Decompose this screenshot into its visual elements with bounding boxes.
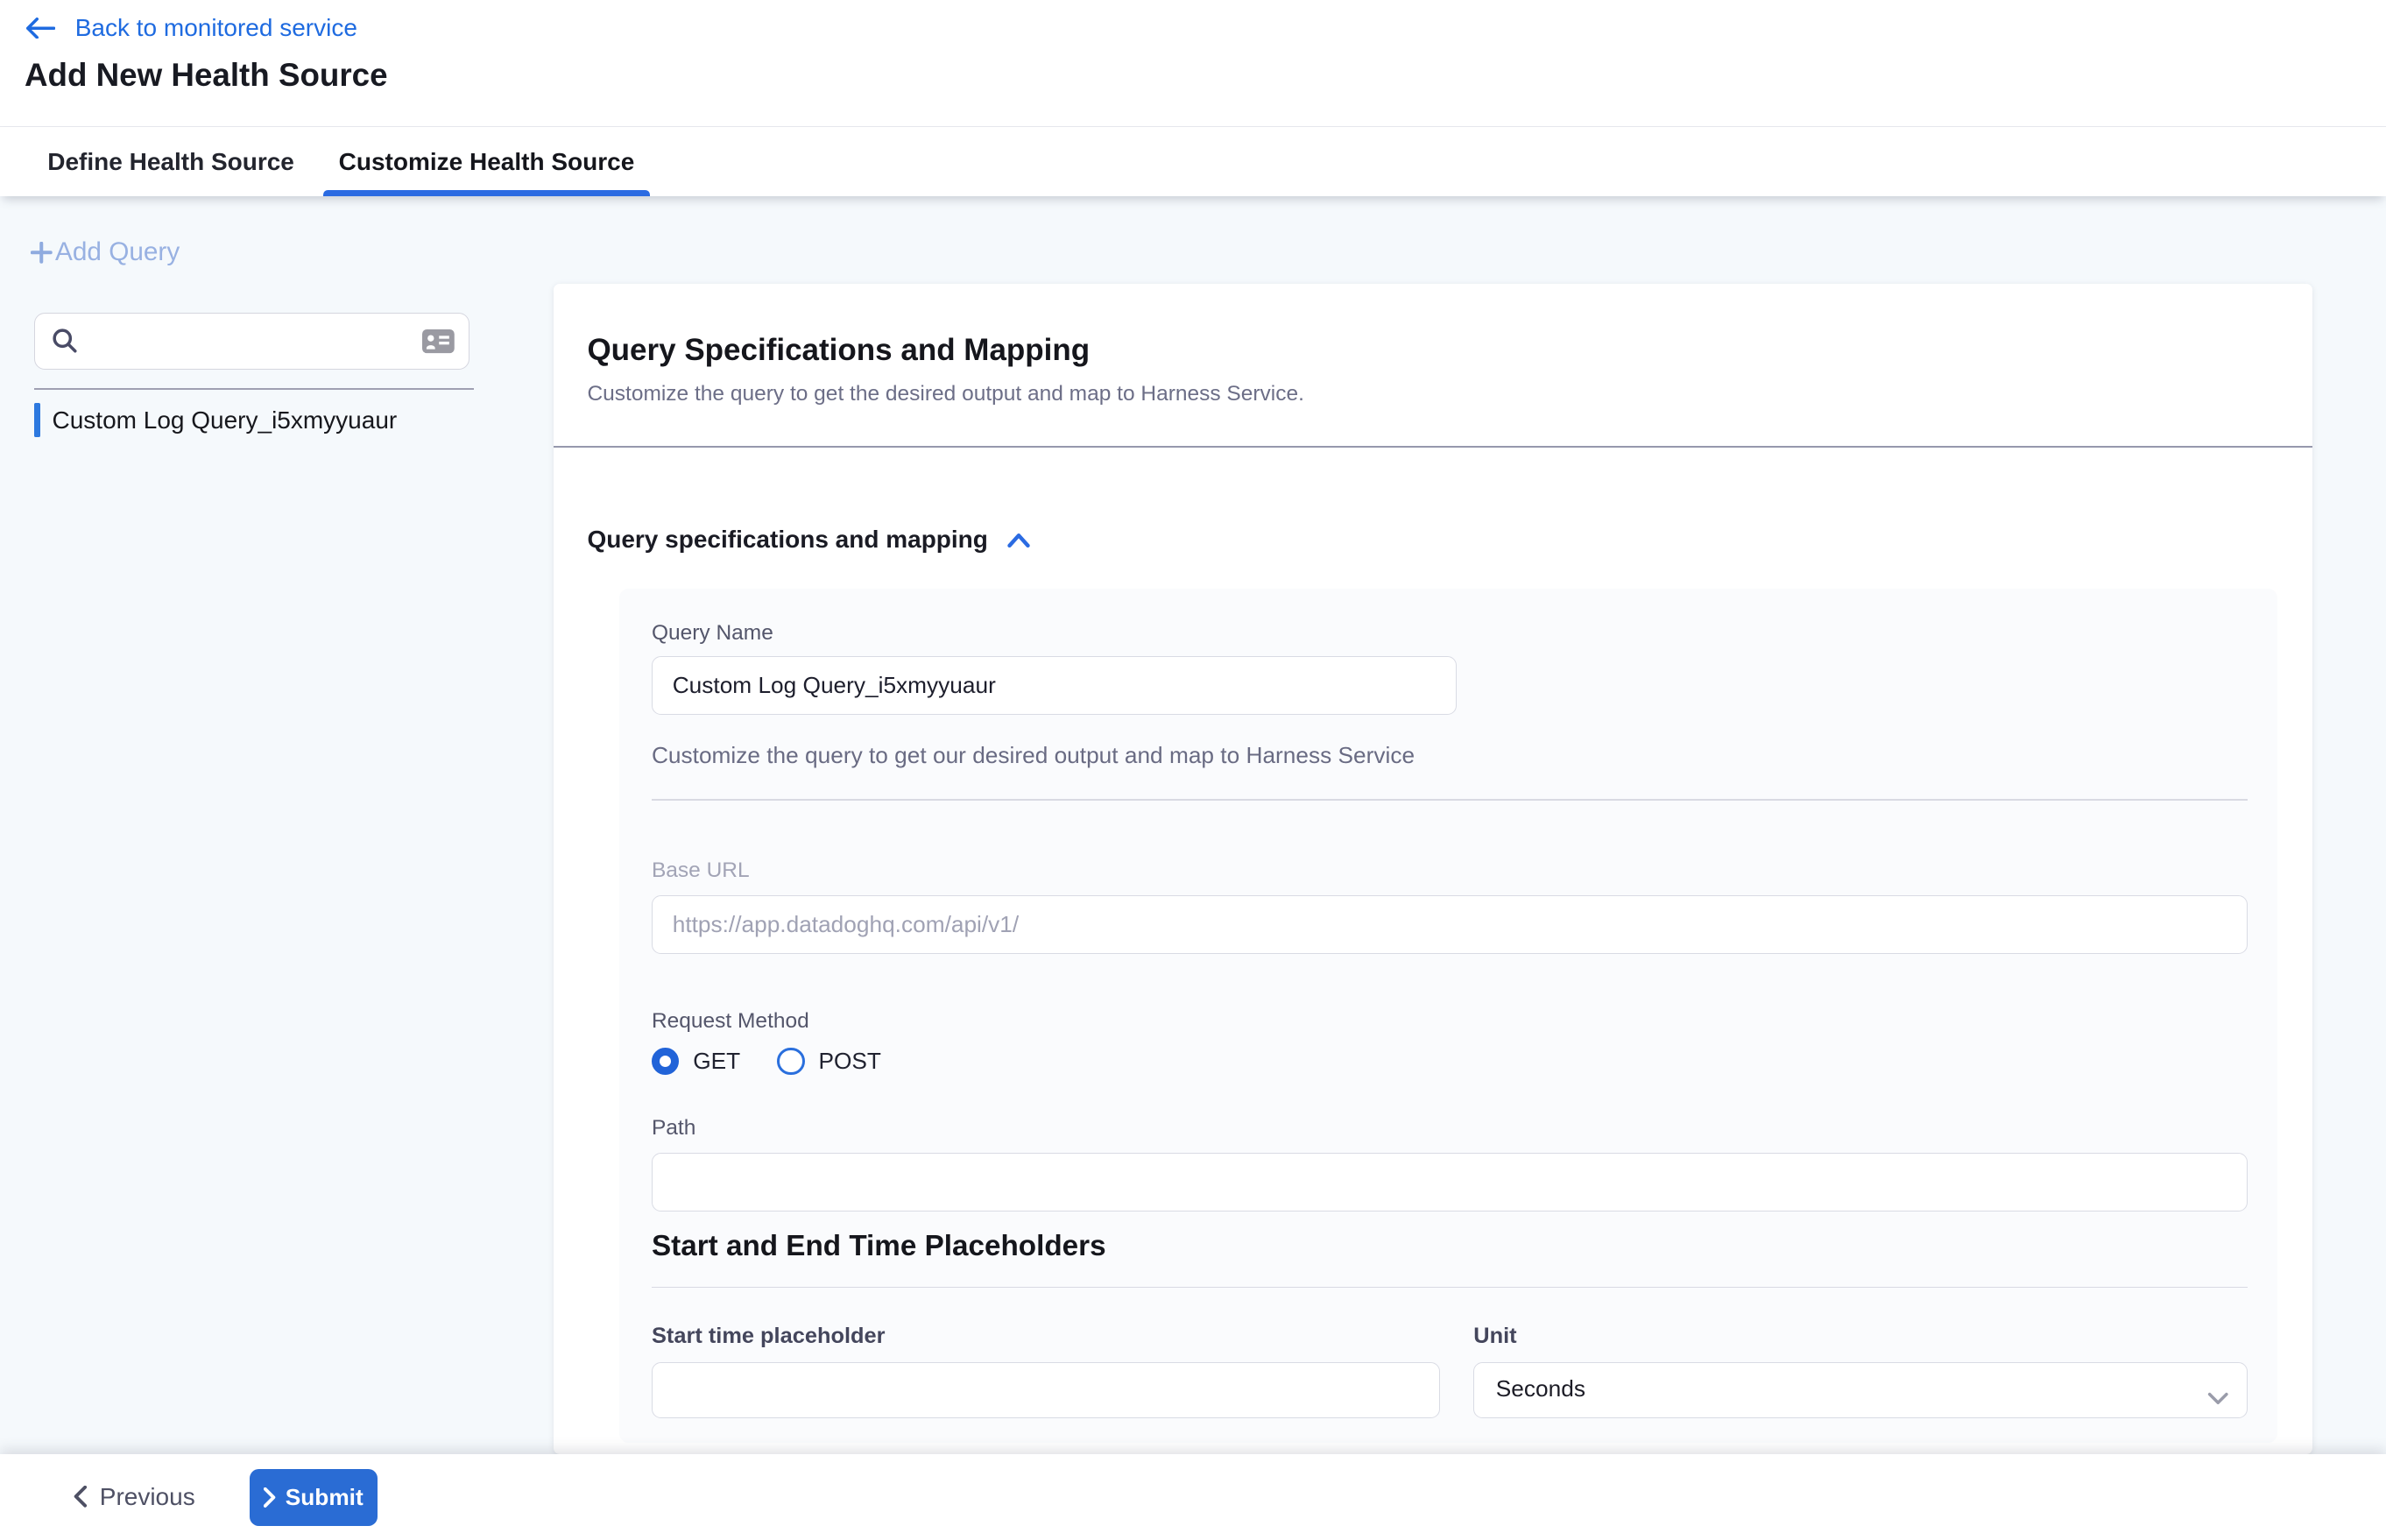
path-input[interactable] bbox=[652, 1153, 2248, 1212]
app-header: Back to monitored service Add New Health… bbox=[0, 0, 2386, 127]
section-title: Query specifications and mapping bbox=[587, 526, 987, 554]
contact-card-icon[interactable] bbox=[422, 329, 455, 360]
query-search-box bbox=[34, 313, 469, 370]
page: Back to monitored service Add New Health… bbox=[0, 0, 2386, 1540]
unit-select[interactable]: Seconds bbox=[1473, 1362, 2248, 1419]
radio-get-label: GET bbox=[693, 1048, 740, 1075]
card-subheading: Customize the query to get the desired o… bbox=[587, 382, 1303, 406]
plus-icon bbox=[31, 242, 53, 264]
submit-button[interactable]: Submit bbox=[250, 1469, 377, 1526]
query-spec-card: Query Specifications and Mapping Customi… bbox=[554, 284, 2312, 1454]
back-link-label: Back to monitored service bbox=[75, 14, 357, 42]
start-time-input[interactable] bbox=[652, 1362, 1440, 1419]
query-list-item[interactable]: Custom Log Query_i5xmyyuaur bbox=[34, 403, 398, 437]
chevron-left-icon bbox=[74, 1486, 88, 1508]
collapsible-section-header: Query specifications and mapping bbox=[587, 526, 1030, 554]
radio-post-label: POST bbox=[818, 1048, 880, 1075]
previous-button-label: Previous bbox=[100, 1483, 195, 1511]
request-method-label: Request Method bbox=[652, 1009, 809, 1034]
tab-define-health-source[interactable]: Define Health Source bbox=[32, 127, 310, 196]
search-icon bbox=[52, 328, 78, 360]
search-input[interactable] bbox=[90, 315, 419, 368]
form-divider bbox=[652, 1287, 2248, 1289]
time-placeholders-heading: Start and End Time Placeholders bbox=[652, 1230, 1106, 1263]
chevron-down-icon bbox=[2207, 1384, 2229, 1412]
tab-bar: Define Health Source Customize Health So… bbox=[0, 127, 2386, 196]
chevron-up-icon[interactable] bbox=[1006, 533, 1031, 548]
arrow-left-icon bbox=[26, 18, 55, 39]
start-time-label: Start time placeholder bbox=[652, 1324, 886, 1349]
query-name-help-text: Customize the query to get our desired o… bbox=[652, 742, 1415, 769]
radio-selected-icon bbox=[652, 1048, 680, 1076]
add-query-button[interactable]: Add Query bbox=[31, 237, 180, 267]
query-form-panel: Query Name Customize the query to get ou… bbox=[619, 589, 2277, 1443]
form-divider bbox=[652, 799, 2248, 801]
footer-bar: Previous Submit bbox=[0, 1454, 2386, 1540]
unit-label: Unit bbox=[1473, 1324, 1516, 1349]
path-label: Path bbox=[652, 1116, 695, 1141]
tab-customize-health-source[interactable]: Customize Health Source bbox=[323, 127, 650, 196]
page-title: Add New Health Source bbox=[25, 57, 388, 94]
radio-option-post[interactable]: POST bbox=[777, 1048, 881, 1076]
base-url-label: Base URL bbox=[652, 858, 750, 883]
card-heading: Query Specifications and Mapping bbox=[587, 333, 1090, 368]
radio-unselected-icon bbox=[777, 1048, 805, 1076]
add-query-label: Add Query bbox=[55, 237, 180, 267]
submit-button-label: Submit bbox=[286, 1484, 364, 1511]
query-name-label: Query Name bbox=[652, 621, 773, 646]
card-divider bbox=[554, 446, 2312, 448]
request-method-group: GET POST bbox=[652, 1048, 881, 1076]
unit-select-value: Seconds bbox=[1496, 1375, 1585, 1402]
previous-button[interactable]: Previous bbox=[74, 1475, 195, 1518]
query-name-input[interactable] bbox=[652, 656, 1457, 715]
sidebar-divider bbox=[34, 388, 474, 390]
base-url-input[interactable] bbox=[652, 895, 2248, 954]
chevron-right-icon bbox=[264, 1487, 276, 1508]
back-link[interactable]: Back to monitored service bbox=[26, 14, 357, 42]
content-area: Add Query Custom Log Query_i5xmyyuaur Qu… bbox=[0, 196, 2386, 1454]
selected-indicator-bar bbox=[34, 403, 40, 437]
radio-option-get[interactable]: GET bbox=[652, 1048, 740, 1076]
query-item-label: Custom Log Query_i5xmyyuaur bbox=[53, 406, 398, 434]
